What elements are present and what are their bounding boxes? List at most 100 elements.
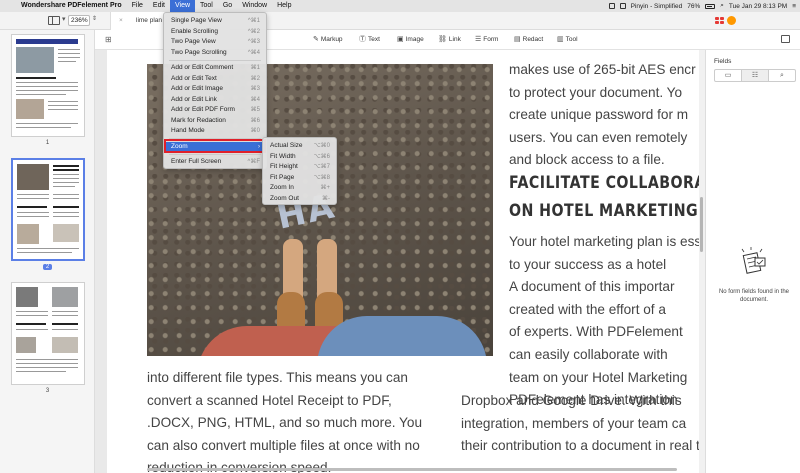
menu-item-shortcut: ⌘+ — [320, 185, 330, 191]
text-line: created with the effort of a — [509, 301, 666, 317]
menu-item-shortcut: ⌥⌘6 — [313, 153, 330, 160]
battery-icon[interactable] — [705, 3, 716, 9]
menu-item-shortcut: ^⌘4 — [247, 49, 260, 56]
menu-item-fit-height[interactable]: Fit Height ⌥⌘7 — [263, 162, 336, 173]
thumb-title — [16, 39, 78, 44]
menu-edit[interactable]: Edit — [148, 0, 170, 12]
search-icon[interactable]: ⌕ — [720, 2, 724, 10]
menu-item-shortcut: ⌘6 — [250, 117, 260, 124]
menu-item-fit-width[interactable]: Fit Width ⌥⌘6 — [263, 152, 336, 163]
menu-item-shortcut: ^⌘F — [247, 159, 260, 165]
brand-logo-icon[interactable] — [715, 17, 724, 25]
menu-item-shortcut: ^⌘3 — [247, 39, 260, 45]
avatar[interactable] — [727, 16, 736, 25]
square-icon[interactable] — [619, 3, 626, 9]
page-number-2-label: 2 — [42, 264, 53, 270]
text-line: integration, members of your team ca — [461, 415, 687, 431]
menu-item-enter-full-screen[interactable]: Enter Full Screen ^⌘F — [164, 157, 266, 168]
menu-item-add-edit-text[interactable]: Add or Edit Text ⌘2 — [164, 74, 266, 85]
menu-item-add-edit-pdf-form[interactable]: Add or Edit PDF Form ⌘5 — [164, 105, 266, 116]
zoom-stepper-icon[interactable]: ⇕ — [92, 15, 97, 22]
menu-item-label: Enter Full Screen — [171, 158, 222, 165]
sidebar-toggle-icon[interactable] — [48, 16, 60, 25]
menu-item-shortcut: ^⌘1 — [247, 18, 260, 24]
form-button[interactable]: ☰ Form — [475, 35, 498, 45]
right-panel-toggle-icon[interactable] — [781, 35, 790, 43]
text-line: .DOCX, PNG, HTML, and so much more. You — [147, 415, 423, 431]
page-thumbnail-3[interactable] — [11, 282, 85, 385]
chevron-down-icon[interactable]: ▾ — [62, 15, 66, 23]
fields-panel-title: Fields — [714, 58, 732, 65]
menu-item-shortcut: ⌘4 — [250, 96, 260, 103]
menu-item-add-edit-comment[interactable]: Add or Edit Comment ⌘1 — [164, 63, 266, 74]
image-button[interactable]: ▣ Image — [397, 35, 424, 45]
battery-percent: 76% — [687, 2, 701, 10]
scrollbar-thumb[interactable] — [700, 197, 703, 252]
image-icon: ▣ — [397, 36, 404, 43]
menu-item-hand-mode[interactable]: Hand Mode ⌘0 — [164, 126, 266, 137]
title-bar: ▾ 236% ⇕ × lime plan — [0, 12, 800, 30]
link-button[interactable]: ⛓ Link — [438, 35, 461, 45]
menu-item-single-page-view[interactable]: Single Page View ^⌘1 — [164, 16, 266, 27]
menu-file[interactable]: File — [127, 0, 148, 12]
section-heading[interactable]: FACILITATE COLLABORA ON HOTEL MARKETING … — [509, 169, 705, 225]
fields-panel: Fields ▭ ☷ ⌕ No form fields found in the… — [705, 50, 800, 473]
menu-item-zoom-out[interactable]: Zoom Out ⌘- — [263, 194, 336, 205]
menu-item-shortcut: ⌘0 — [250, 128, 260, 134]
search-fields-tab-icon[interactable]: ⌕ — [769, 70, 795, 81]
markup-button[interactable]: ✎ Markup — [313, 35, 343, 45]
menu-list-icon[interactable]: ≡ — [792, 3, 796, 10]
menu-item-shortcut: ⌘2 — [250, 75, 260, 82]
thumbnail-sidebar: 1 2 3 — [0, 30, 95, 473]
redact-button[interactable]: ▤ Redact — [514, 35, 543, 45]
toolbox-icon: ▥ — [557, 36, 564, 43]
right-column-body-text[interactable]: Your hotel marketing plan is ess to your… — [509, 231, 701, 412]
text-line: A document of this importar — [509, 279, 675, 295]
form-icon: ☰ — [475, 36, 482, 43]
menu-item-enable-scrolling[interactable]: Enable Scrolling ^⌘2 — [164, 27, 266, 38]
square-icon[interactable] — [608, 3, 615, 9]
menu-go[interactable]: Go — [218, 0, 237, 12]
menu-item-shortcut: ⌥⌘8 — [313, 174, 330, 181]
grid-view-icon[interactable]: ⊞ — [105, 35, 112, 44]
menu-item-two-page-scrolling[interactable]: Two Page Scrolling ^⌘4 — [164, 48, 266, 59]
menu-item-add-edit-image[interactable]: Add or Edit Image ⌘3 — [164, 84, 266, 95]
empty-form-icon — [741, 247, 766, 274]
menu-tool[interactable]: Tool — [195, 0, 218, 12]
form-fields-tab-icon[interactable]: ▭ — [715, 70, 742, 81]
page-thumbnail-1[interactable] — [11, 34, 85, 137]
menu-item-label: Fit Page — [270, 173, 295, 181]
link-label: Link — [448, 36, 461, 43]
menu-item-shortcut: ⌘5 — [250, 107, 260, 113]
horizontal-scrollbar[interactable] — [147, 468, 677, 471]
zoom-level-field[interactable]: 236% — [68, 15, 90, 26]
list-fields-tab-icon[interactable]: ☷ — [742, 70, 769, 81]
menu-item-mark-for-redaction[interactable]: Mark for Redaction ⌘6 — [164, 116, 266, 127]
text-button[interactable]: Ⓣ Text — [359, 35, 380, 45]
input-source[interactable]: Pinyin - Simplified — [631, 3, 683, 10]
menu-item-actual-size[interactable]: Actual Size ⌥⌘0 — [263, 141, 336, 152]
right-column-top-text[interactable]: makes use of 265-bit AES encr to protect… — [509, 59, 696, 172]
clock[interactable]: Tue Jan 29 8:13 PM — [729, 3, 787, 10]
tool-button[interactable]: ▥ Tool — [557, 35, 578, 45]
wide-body-text[interactable]: Dropbox and Google Drive. With this inte… — [461, 390, 700, 458]
text-line: can also convert multiple files at once … — [147, 437, 420, 453]
menu-help[interactable]: Help — [272, 0, 296, 12]
menu-app[interactable]: Wondershare PDFelement Pro — [16, 0, 127, 12]
close-tab-icon[interactable]: × — [119, 12, 123, 30]
menu-item-two-page-view[interactable]: Two Page View ^⌘3 — [164, 37, 266, 48]
menu-item-label: Two Page View — [171, 38, 216, 45]
left-column-text[interactable]: into different file types. This means yo… — [147, 367, 422, 473]
thumb-image — [16, 287, 38, 307]
thumb-image — [17, 224, 39, 244]
text-line: makes use of 265-bit AES encr — [509, 62, 696, 77]
menu-item-fit-page[interactable]: Fit Page ⌥⌘8 — [263, 173, 336, 184]
form-label: Form — [483, 36, 499, 43]
tab-title: lime plan — [136, 17, 163, 24]
menu-item-add-edit-link[interactable]: Add or Edit Link ⌘4 — [164, 95, 266, 106]
page-thumbnail-2[interactable] — [11, 158, 85, 261]
menu-window[interactable]: Window — [237, 0, 272, 12]
pen-icon: ✎ — [313, 36, 319, 43]
menu-item-zoom-in[interactable]: Zoom In ⌘+ — [263, 183, 336, 194]
menu-view[interactable]: View — [169, 0, 196, 12]
